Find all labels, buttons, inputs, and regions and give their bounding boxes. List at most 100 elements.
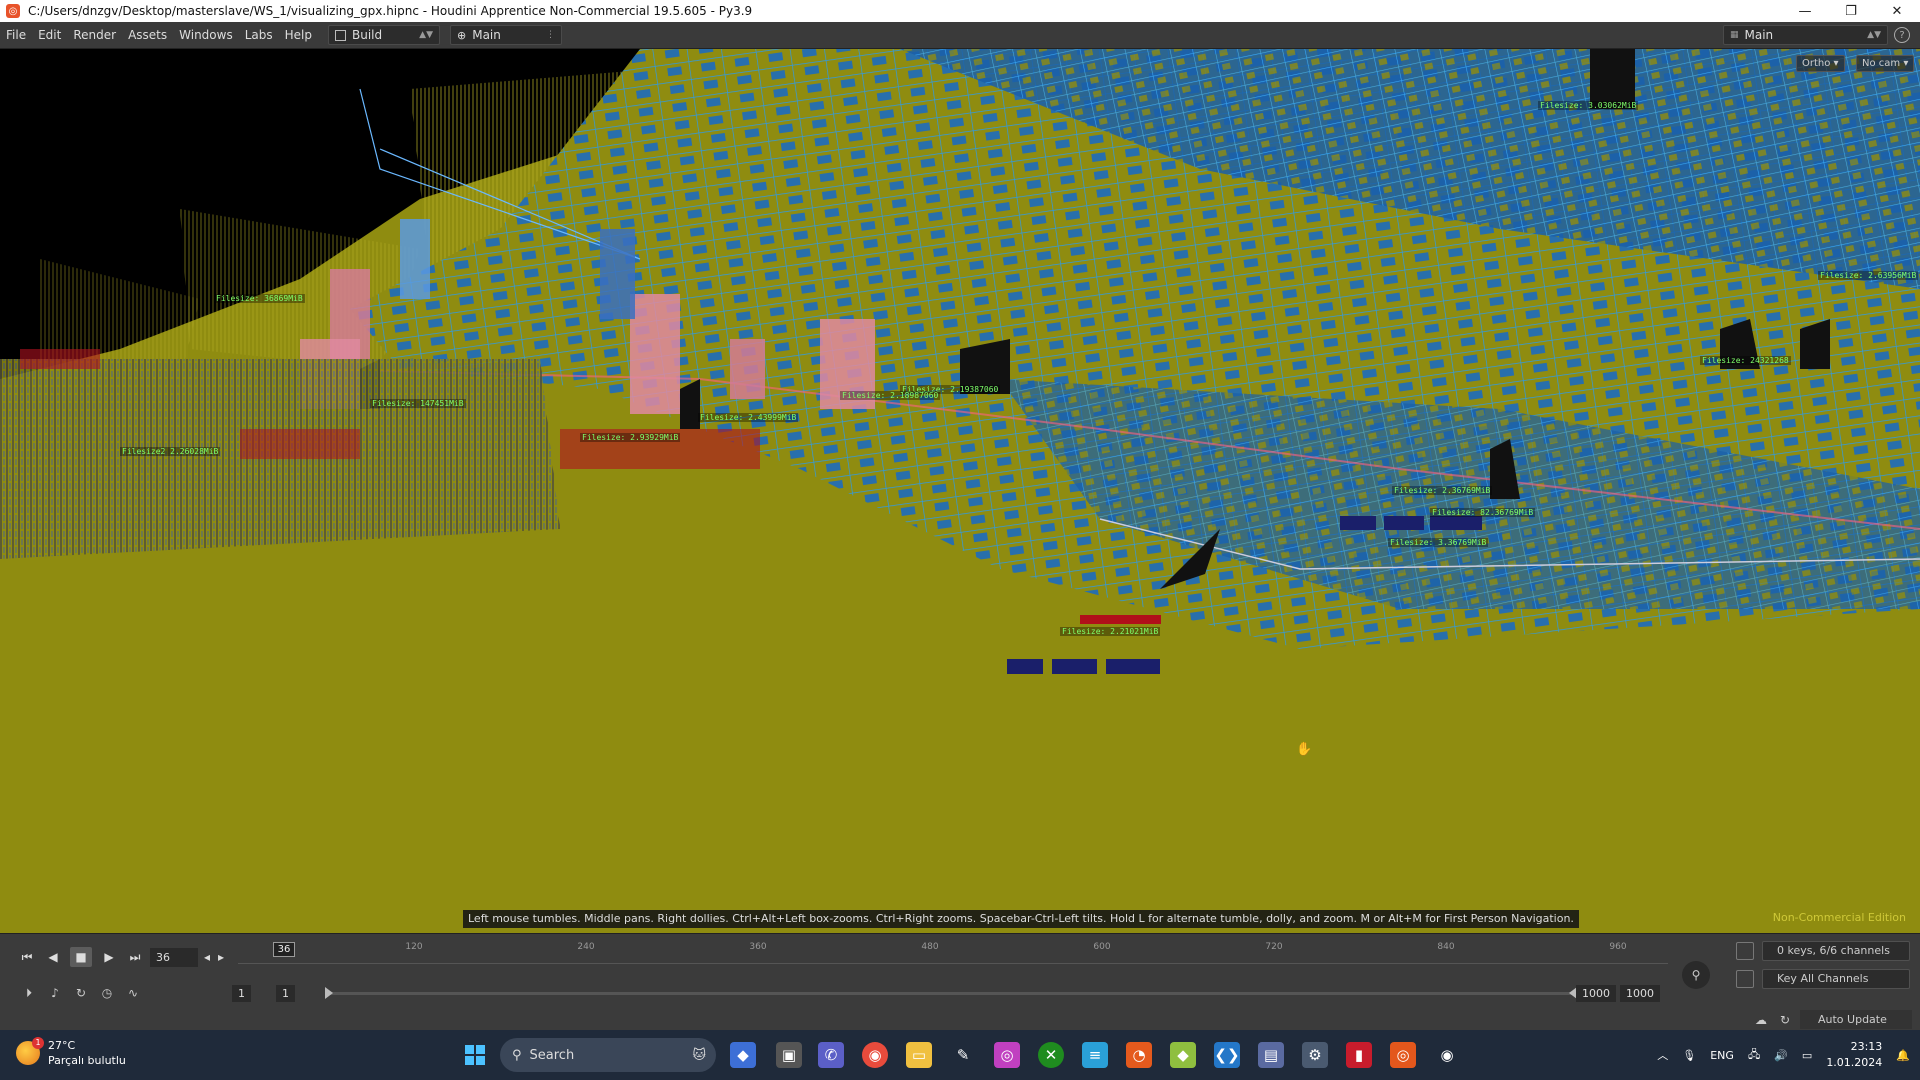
auto-update-select[interactable]: Auto Update: [1800, 1010, 1912, 1029]
scene-viewport[interactable]: Ortho ▾ No cam ▾ Filesize: 3.03062MiB Fi…: [0, 49, 1920, 933]
jump-start-icon[interactable]: ⏮: [16, 947, 38, 967]
tick-label: 480: [921, 942, 939, 952]
menu-labs[interactable]: Labs: [239, 22, 279, 49]
playhead[interactable]: 36: [273, 942, 295, 957]
chrome-icon[interactable]: ◉: [862, 1042, 888, 1068]
range-start-field[interactable]: 1: [232, 985, 251, 1002]
windows-start-icon[interactable]: [462, 1042, 488, 1068]
current-frame-field[interactable]: 36: [150, 948, 198, 967]
help-icon[interactable]: ?: [1894, 27, 1910, 43]
clock[interactable]: 23:13 1.01.2024: [1826, 1039, 1882, 1071]
weather-widget[interactable]: 1 27°C Parçalı bulutlu: [16, 1037, 126, 1068]
camera-mode-button[interactable]: Ortho ▾: [1796, 55, 1845, 72]
inkscape-icon[interactable]: ✎: [950, 1042, 976, 1068]
maximize-button[interactable]: ❐: [1828, 0, 1874, 22]
teams-icon[interactable]: ✆: [818, 1042, 844, 1068]
crosshair-icon: ⊕: [457, 28, 467, 42]
realtime-icon[interactable]: ⏵: [20, 984, 38, 1002]
houdini-active-icon[interactable]: ◎: [1390, 1042, 1416, 1068]
range-start-visible-field[interactable]: 1: [276, 985, 295, 1002]
search-highlight-icon: 🐱: [692, 1047, 706, 1063]
menu-assets[interactable]: Assets: [122, 22, 173, 49]
refresh-icon[interactable]: ↻: [1776, 1011, 1794, 1029]
right-desktop-label: Main: [1744, 28, 1774, 42]
weather-badge: 1: [32, 1037, 44, 1049]
desktop-select-label: Build: [352, 28, 383, 42]
range-end-visible-field[interactable]: 1000: [1576, 985, 1616, 1002]
menu-file[interactable]: File: [0, 22, 32, 49]
range-slider[interactable]: [325, 987, 1577, 999]
widgets-icon[interactable]: ◆: [730, 1042, 756, 1068]
search-label: Search: [529, 1047, 575, 1063]
next-key-icon[interactable]: ▸: [214, 947, 228, 967]
system-tray: ︿ 🎙 ENG 🖧 🔊 ▭ 23:13 1.01.2024 🔔: [1657, 1030, 1910, 1080]
task-view-icon[interactable]: ▣: [776, 1042, 802, 1068]
gpx-filesize-label: Filesize: 2.36769MiB: [1392, 486, 1493, 495]
taskbar-search[interactable]: ⚲ Search 🐱: [500, 1038, 716, 1072]
gpx-filesize-label: Filesize: 2.63956MiB: [1818, 271, 1919, 280]
weather-description: Parçalı bulutlu: [48, 1054, 126, 1067]
volume-icon[interactable]: 🔊: [1774, 1049, 1788, 1062]
range-end-field[interactable]: 1000: [1620, 985, 1660, 1002]
close-button[interactable]: ✕: [1874, 0, 1920, 22]
pdf-reader-icon[interactable]: ▮: [1346, 1042, 1372, 1068]
keys-channels-field[interactable]: 0 keys, 6/6 channels: [1762, 941, 1910, 961]
file-explorer-icon[interactable]: ▭: [906, 1042, 932, 1068]
language-indicator[interactable]: ENG: [1710, 1049, 1734, 1062]
gpx-filesize-label: Filesize: 3.03062MiB: [1538, 101, 1639, 110]
minimize-button[interactable]: —: [1782, 0, 1828, 22]
battery-icon[interactable]: ▭: [1802, 1049, 1812, 1062]
gpx-filesize-label: Filesize: 82.36769MiB: [1430, 508, 1536, 517]
jump-end-icon[interactable]: ⏭: [124, 947, 146, 967]
menu-help[interactable]: Help: [279, 22, 318, 49]
loop-icon[interactable]: ↻: [72, 984, 90, 1002]
timeline-ruler[interactable]: 36 120 240 360 480 600 720 840 960: [238, 940, 1668, 972]
desktop-select[interactable]: Build ▲▼: [328, 25, 440, 45]
noncommercial-watermark: Non-Commercial Edition: [1772, 911, 1906, 924]
gpx-filesize-label: Filesize: 2.43999MiB: [698, 413, 799, 422]
clock-date: 1.01.2024: [1826, 1056, 1883, 1069]
step-back-icon[interactable]: ◀: [42, 947, 64, 967]
gpx-filesize-label: Filesize: 2.18987060: [840, 391, 941, 400]
play-icon[interactable]: ▶: [98, 947, 120, 967]
microphone-icon[interactable]: 🎙: [1682, 1049, 1696, 1062]
gpx-filesize-label: Filesize2 2.26028MiB: [120, 447, 221, 456]
network-icon[interactable]: 🖧: [1748, 1046, 1760, 1065]
notification-bell-icon[interactable]: 🔔: [1896, 1049, 1910, 1062]
channel-list-icon[interactable]: [1736, 942, 1754, 960]
git-icon[interactable]: ◆: [1170, 1042, 1196, 1068]
settings-icon[interactable]: ⚙: [1302, 1042, 1328, 1068]
network-select[interactable]: ⊕ Main ⋮: [450, 25, 562, 45]
clock-icon[interactable]: ◷: [98, 984, 116, 1002]
camera-select-button[interactable]: No cam ▾: [1856, 55, 1915, 72]
updown-arrows-icon: ⋮: [546, 30, 555, 40]
cloud-icon: ☁: [1755, 1013, 1767, 1027]
audio-icon[interactable]: ♪: [46, 984, 64, 1002]
gpx-filesize-label: Filesize: 147451MiB: [370, 399, 466, 408]
playbar: ⏮ ◀ ■ ▶ ⏭ 36 ◂ ▸ 36 120 240 360 480 600 …: [0, 933, 1920, 1030]
tick-label: 840: [1437, 942, 1455, 952]
range-start-handle[interactable]: [325, 987, 333, 999]
gpx-filesize-label: Filesize: 24321268: [1700, 356, 1791, 365]
gpx-filesize-label: Filesize: 36869MiB: [214, 294, 305, 303]
obs-icon[interactable]: ◉: [1434, 1042, 1460, 1068]
houdini-launcher-icon[interactable]: ◔: [1126, 1042, 1152, 1068]
notepad-icon[interactable]: ≡: [1082, 1042, 1108, 1068]
instagram-icon[interactable]: ◎: [994, 1042, 1020, 1068]
menu-render[interactable]: Render: [67, 22, 122, 49]
tray-chevron-icon[interactable]: ︿: [1657, 1047, 1668, 1063]
right-desktop-select[interactable]: ▦ Main ▲▼: [1723, 25, 1888, 45]
xbox-icon[interactable]: ✕: [1038, 1042, 1064, 1068]
vscode-icon[interactable]: ❮❯: [1214, 1042, 1240, 1068]
gpx-filesize-label: Filesize: 2.93929MiB: [580, 433, 681, 442]
prev-key-icon[interactable]: ◂: [200, 947, 214, 967]
clock-time: 23:13: [1850, 1040, 1883, 1053]
stop-icon[interactable]: ■: [70, 947, 92, 967]
houdini-app-icon: ◎: [6, 4, 20, 18]
fps-icon[interactable]: ∿: [124, 984, 142, 1002]
gpx-filesize-label: Filesize: 2.21021MiB: [1060, 627, 1161, 636]
menu-windows[interactable]: Windows: [173, 22, 239, 49]
menu-edit[interactable]: Edit: [32, 22, 67, 49]
monitor-app-icon[interactable]: ▤: [1258, 1042, 1284, 1068]
range-row: ⏵ ♪ ↻ ◷ ∿ 1 1 1000 1000: [0, 981, 1920, 1005]
